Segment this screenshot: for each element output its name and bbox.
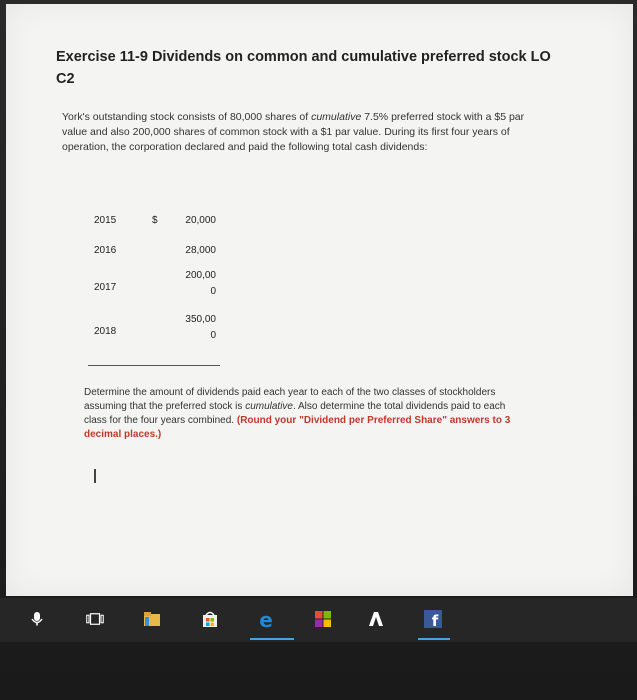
dividend-amount-line2: 0 (210, 330, 216, 341)
dividend-amount-line1: 350,00 (185, 314, 216, 325)
task-text: class for the four years combined. (84, 415, 237, 426)
task-line: class for the four years combined. (Roun… (84, 414, 604, 428)
task-line: Determine the amount of dividends paid e… (84, 387, 496, 398)
dividend-row: 2016 28,000 (86, 242, 226, 268)
intro-text: 7.5% preferred stock with a $5 par (361, 111, 525, 123)
active-app-indicator (418, 638, 450, 640)
store-icon[interactable] (201, 610, 219, 628)
dividend-amount-line1: 200,00 (185, 270, 216, 281)
rounding-note: (Round your "Dividend per Preferred Shar… (236, 415, 511, 426)
task-instructions: Determine the amount of dividends paid e… (84, 386, 604, 442)
intro-italic: cumulative (311, 111, 362, 123)
app-icon[interactable] (314, 610, 332, 628)
dividend-year: 2015 (94, 215, 117, 226)
dividend-year: 2016 (94, 245, 117, 256)
dividend-amount: 28,000 (185, 245, 216, 256)
dividend-amount-line2: 0 (210, 286, 216, 297)
edge-icon[interactable]: e (256, 610, 276, 630)
photo-of-screen: Exercise 11-9 Dividends on common and cu… (0, 0, 637, 700)
svg-text:f: f (432, 612, 439, 628)
dividend-row: 2015 $ 20,000 (86, 212, 226, 242)
intro-paragraph: York's outstanding stock consists of 80,… (62, 110, 612, 155)
exercise-title: Exercise 11-9 Dividends on common and cu… (56, 46, 616, 90)
svg-text:e: e (259, 610, 273, 630)
exercise-title-line2: C2 (56, 71, 75, 87)
table-divider (88, 365, 220, 366)
active-app-indicator (250, 638, 294, 640)
task-italic: cumulative (245, 401, 293, 412)
task-line: assuming that the preferred stock is cum… (84, 400, 604, 414)
task-text: assuming that the preferred stock is (84, 401, 246, 412)
dividend-amount: 20,000 (185, 215, 216, 226)
task-text: . Also determine the total dividends pai… (293, 401, 506, 412)
file-explorer-icon[interactable] (143, 610, 161, 628)
taskbar: e f (0, 598, 637, 642)
dividend-row: 2017 200,00 0 (86, 268, 226, 312)
exercise-title-line1: Exercise 11-9 Dividends on common and cu… (56, 49, 551, 65)
rounding-note-cont: decimal places.) (84, 429, 162, 440)
exercise-page: Exercise 11-9 Dividends on common and cu… (6, 4, 633, 596)
intro-line: value and also 200,000 shares of common … (62, 126, 510, 138)
microphone-icon[interactable] (28, 610, 46, 628)
dividends-table: 2015 $ 20,000 2016 28,000 2017 200,00 0 … (86, 212, 226, 356)
dividend-year: 2018 (94, 326, 117, 337)
currency-symbol: $ (152, 215, 158, 226)
intro-line: York's outstanding stock consists of 80,… (62, 110, 612, 125)
facebook-icon[interactable]: f (424, 610, 442, 628)
text-cursor (94, 469, 96, 483)
task-view-icon[interactable] (86, 610, 104, 628)
dividend-row: 2018 350,00 0 (86, 312, 226, 356)
intro-line: operation, the corporation declared and … (62, 141, 428, 153)
app2-icon[interactable] (367, 610, 385, 628)
dividend-year: 2017 (94, 282, 117, 293)
intro-text: York's outstanding stock consists of 80,… (62, 111, 312, 123)
